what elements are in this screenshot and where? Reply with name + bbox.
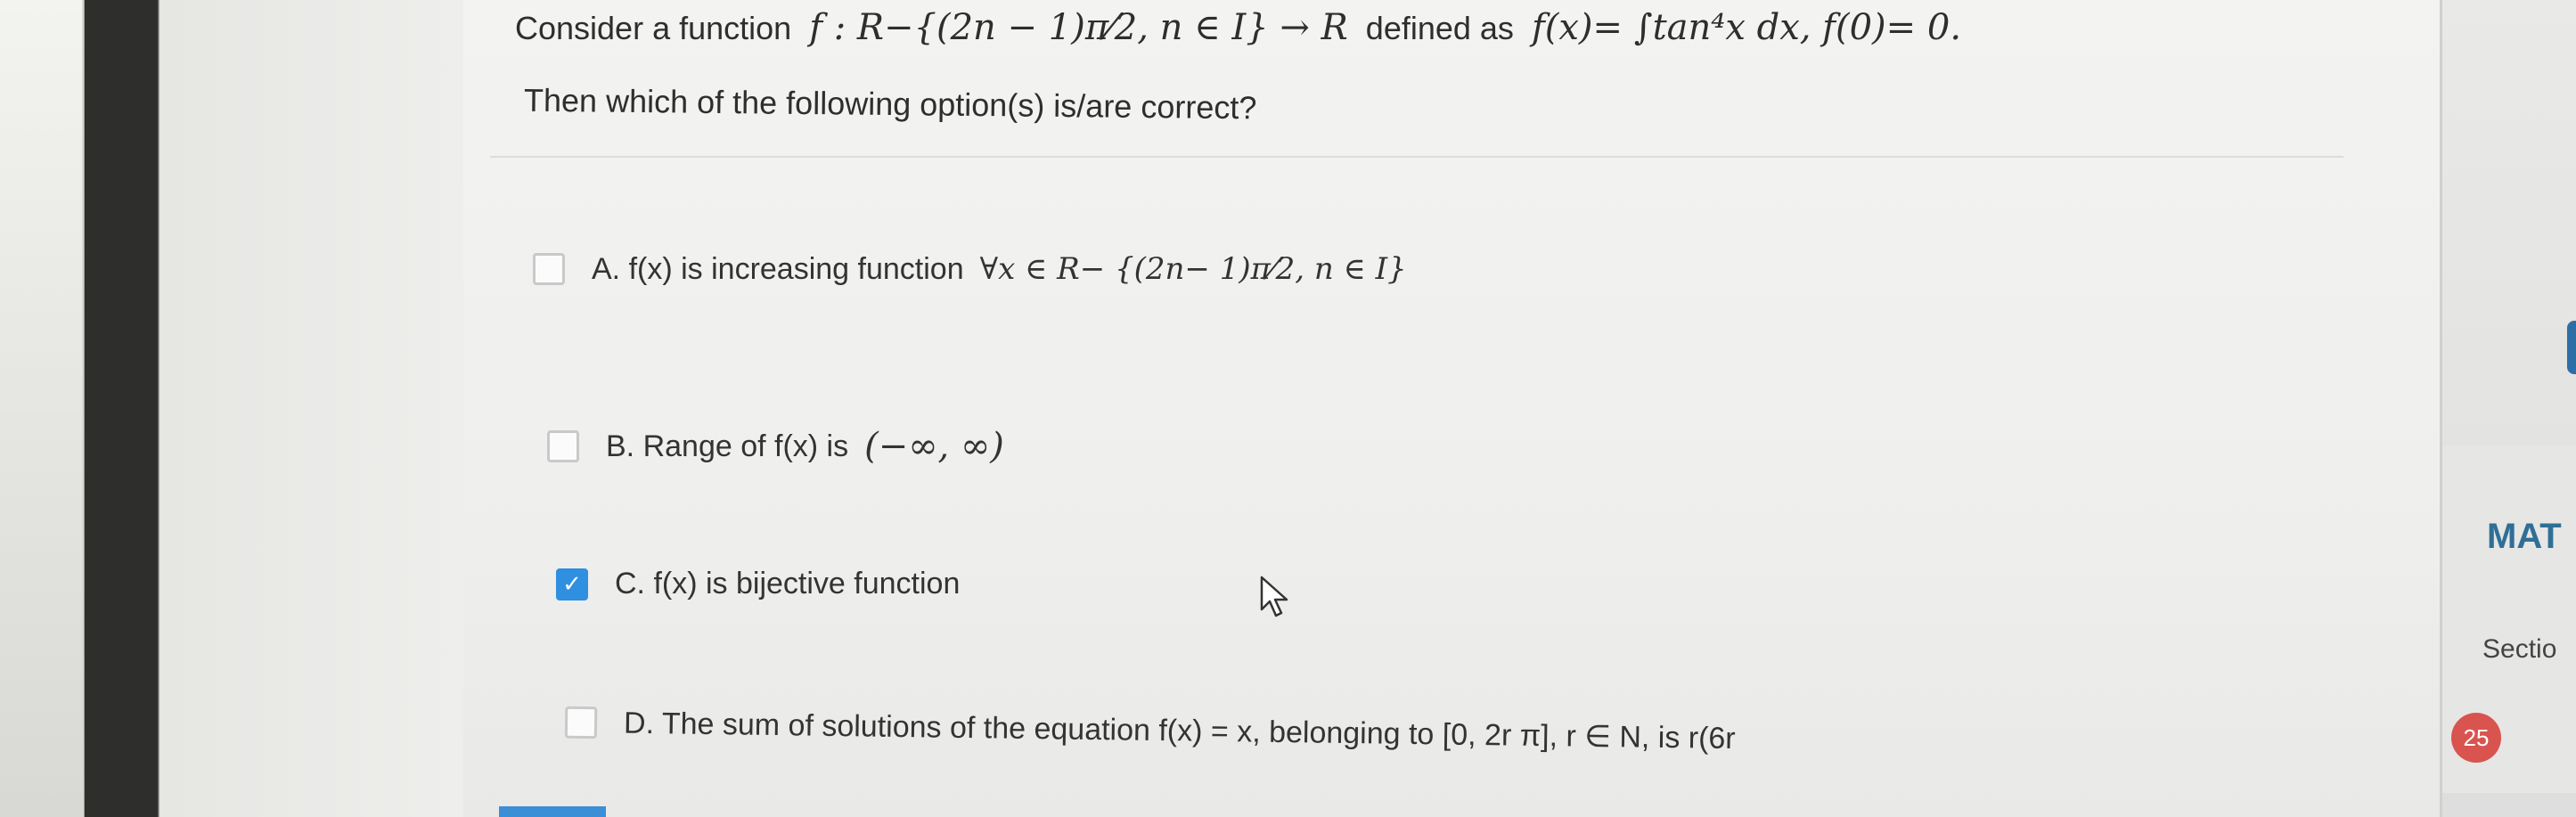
option-a-text: A. f(x) is increasing function [592,251,964,286]
check-icon: ✓ [562,570,582,597]
option-b-math: (−∞, ∞) [864,426,1004,467]
question-function-math: f(x)= ∫tan⁴x dx, f(0)= 0. [1531,7,1962,48]
background-strip [0,0,82,817]
question-defined-as: defined as [1365,10,1514,46]
subject-label[interactable]: MAT [2487,517,2576,557]
question-panel [463,0,2441,817]
mouse-pointer-icon [1260,576,1288,617]
option-d-checkbox[interactable] [564,706,598,739]
option-b[interactable]: B. Range of f(x) is (−∞, ∞) [547,426,1004,467]
option-c[interactable]: ✓ C. f(x) is bijective function [556,567,976,601]
divider [490,156,2343,158]
option-c-text: C. f(x) is bijective function [615,567,961,600]
section-label: Sectio [2482,634,2557,664]
question-prefix: Consider a function [515,10,792,46]
option-a-math: ∀x ∈ R− {(2n− 1)π⁄2, n ∈ I} [979,251,1407,287]
background-wall [0,0,463,817]
option-b-text: B. Range of f(x) is [606,429,849,463]
option-a-checkbox[interactable] [533,253,565,285]
option-b-checkbox[interactable] [547,430,579,462]
side-panel-tab-edge[interactable] [2567,321,2576,374]
option-a[interactable]: A. f(x) is increasing function ∀x ∈ R− {… [533,251,1407,287]
monitor-bezel [85,0,158,817]
option-c-checkbox[interactable]: ✓ [556,568,588,600]
question-count-badge[interactable]: 25 [2451,713,2501,763]
question-line-2: Then which of the following option(s) is… [523,81,1257,127]
question-line-1: Consider a function f : R−{(2n − 1)π⁄2, … [515,7,1961,48]
question-domain-math: f : R−{(2n − 1)π⁄2, n ∈ I} → R [809,7,1348,48]
partial-button[interactable] [499,806,606,817]
